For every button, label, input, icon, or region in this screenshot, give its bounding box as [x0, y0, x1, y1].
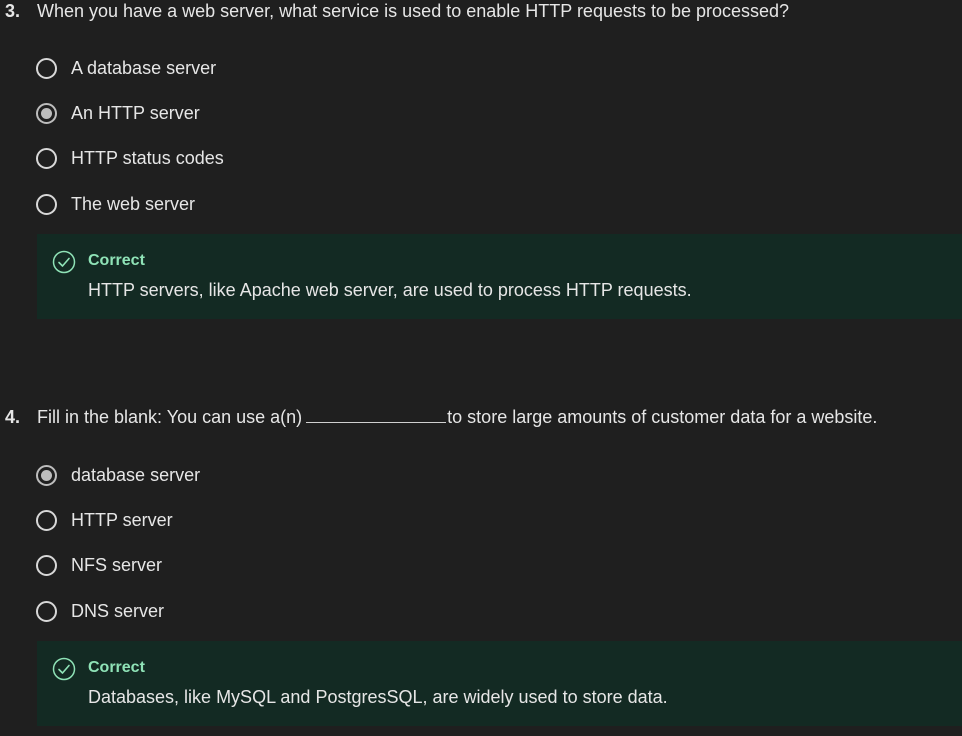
question-text: When you have a web server, what service…	[37, 1, 790, 21]
option-database-server[interactable]: database server	[36, 462, 200, 488]
radio-button[interactable]	[36, 509, 57, 531]
radio-button[interactable]	[36, 600, 57, 622]
feedback-status: Correct	[88, 252, 145, 269]
question-number: 4.	[5, 407, 21, 427]
check-circle-icon	[52, 250, 76, 274]
check-circle-icon	[52, 657, 76, 681]
feedback-text: Databases, like MySQL and PostgresSQL, a…	[88, 687, 668, 707]
option-label: A database server	[71, 57, 217, 78]
option-label: HTTP server	[71, 509, 173, 530]
question-text-after: to store large amounts of customer data …	[447, 407, 878, 427]
radio-button[interactable]	[36, 193, 57, 215]
option-http-server[interactable]: HTTP server	[36, 507, 173, 533]
option-a-database-server[interactable]: A database server	[36, 55, 216, 81]
fill-in-blank	[306, 408, 447, 423]
feedback-panel: Correct Databases, like MySQL and Postgr…	[37, 641, 962, 726]
option-label: HTTP status codes	[71, 147, 224, 168]
option-label: DNS server	[71, 600, 165, 621]
radio-button[interactable]	[36, 147, 57, 169]
option-nfs-server[interactable]: NFS server	[36, 552, 162, 578]
option-label: The web server	[71, 193, 196, 214]
option-label: An HTTP server	[71, 102, 200, 123]
feedback-status: Correct	[88, 659, 145, 676]
feedback-panel: Correct HTTP servers, like Apache web se…	[37, 234, 962, 319]
radio-button-selected[interactable]	[36, 102, 57, 124]
option-dns-server[interactable]: DNS server	[36, 598, 164, 624]
question-number: 3.	[5, 1, 21, 21]
option-the-web-server[interactable]: The web server	[36, 191, 195, 217]
question-4-prompt: 4. Fill in the blank: You can use a(n) to …	[5, 406, 877, 428]
feedback-text: HTTP servers, like Apache web server, ar…	[88, 280, 692, 300]
radio-button[interactable]	[36, 57, 57, 79]
option-label: database server	[71, 464, 201, 485]
option-http-status-codes[interactable]: HTTP status codes	[36, 145, 224, 171]
radio-button-selected[interactable]	[36, 464, 57, 486]
question-3-prompt: 3. When you have a web server, what servi…	[5, 0, 789, 22]
option-an-http-server[interactable]: An HTTP server	[36, 100, 200, 126]
option-label: NFS server	[71, 554, 163, 575]
radio-button[interactable]	[36, 554, 57, 576]
question-text-before: Fill in the blank: You can use a(n)	[37, 407, 303, 427]
